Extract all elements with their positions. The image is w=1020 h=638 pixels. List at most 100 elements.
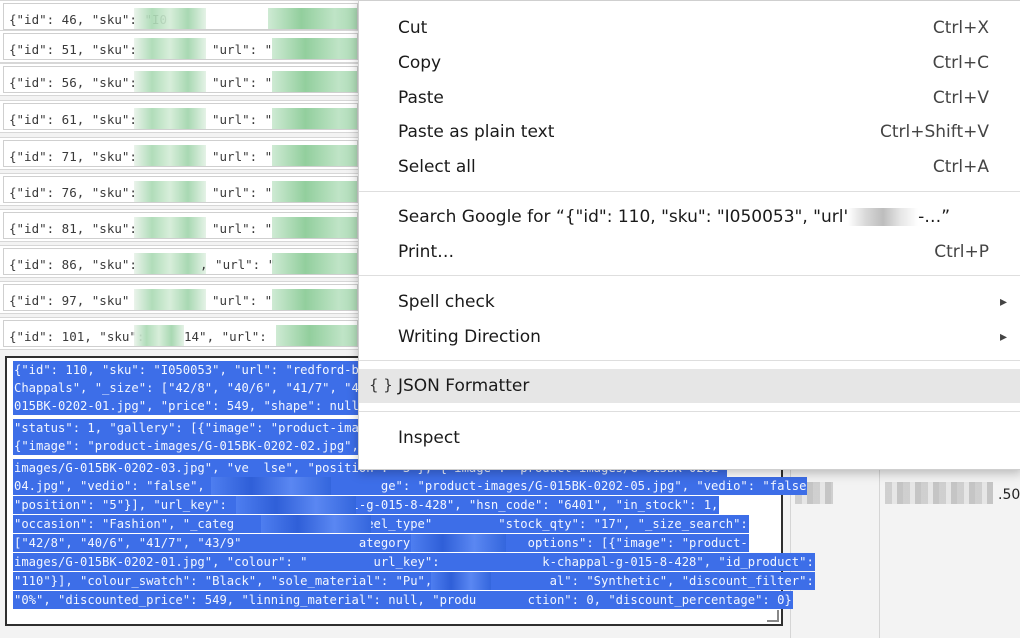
submenu-arrow-icon: ▸ <box>999 294 1007 310</box>
redacted-text <box>848 208 919 226</box>
cell-text: {"id": 97, "sku" <box>9 293 130 308</box>
redacted-url <box>272 108 357 129</box>
spreadsheet-grid: {"id": 46, "sku": "I0 {"id": 51, "sku": … <box>0 0 1020 638</box>
editor-line: "occasion": "Fashion", "_categ eel_type"… <box>13 515 749 533</box>
json-cell[interactable]: {"id": 56, "sku": "url": " <box>3 66 358 93</box>
menu-item-writing-direction[interactable]: Writing Direction ▸ <box>359 320 1020 354</box>
redacted-sku <box>134 289 206 310</box>
cell-text-url: "url": " <box>212 75 273 90</box>
table-row[interactable]: {"id": 71, "sku": "url": " <box>0 137 360 170</box>
editor-line: "position": "5"}], "url_key": l-g-015-8-… <box>13 496 720 514</box>
json-cell[interactable]: {"id": 86, "sku": , "url": " <box>3 248 358 275</box>
editor-line: "110"}], "colour_swatch": "Black", "sole… <box>13 572 815 590</box>
menu-item-label: Paste as plain text <box>398 122 555 142</box>
menu-item-shortcut: Ctrl+C <box>932 53 989 73</box>
cell-text-url: 14", "url": <box>184 329 267 344</box>
json-cell[interactable]: {"id": 46, "sku": "I0 <box>3 3 358 30</box>
redacted-url <box>272 217 357 238</box>
table-row[interactable]: {"id": 101, "sku": 14", "url": <box>0 317 360 350</box>
menu-item-shortcut: Ctrl+A <box>932 157 989 177</box>
redacted-value <box>885 482 993 504</box>
cell-text: {"id": 86, "sku": <box>9 257 137 272</box>
cell-text-url: , "url": " <box>200 257 276 272</box>
redacted-sku <box>134 145 206 166</box>
redacted-url <box>272 38 357 59</box>
json-cell[interactable]: {"id": 71, "sku": "url": " <box>3 140 358 167</box>
json-cell[interactable]: {"id": 76, "sku": "url": " <box>3 176 358 203</box>
menu-item-shortcut: Ctrl+V <box>932 88 989 108</box>
cell-text-url: "url": " <box>212 221 273 236</box>
menu-item-label: Spell check <box>398 292 495 312</box>
redacted-text <box>431 572 491 590</box>
table-row[interactable]: {"id": 61, "sku": "url": " <box>0 100 360 133</box>
table-row[interactable]: {"id": 97, "sku" "url": " <box>0 281 360 314</box>
redacted-sku <box>134 253 206 274</box>
table-row[interactable]: {"id": 46, "sku": "I0 <box>0 0 360 33</box>
menu-item-cut[interactable]: Cut Ctrl+X <box>359 11 1020 45</box>
braces-icon: { } <box>369 376 393 394</box>
json-cell[interactable]: {"id": 97, "sku" "url": " <box>3 284 358 311</box>
redacted-text <box>411 534 506 552</box>
redacted-sku <box>134 325 184 346</box>
submenu-arrow-icon: ▸ <box>999 329 1007 345</box>
context-menu: Cut Ctrl+X Copy Ctrl+C Paste Ctrl+V Past… <box>358 0 1020 470</box>
menu-item-label: Select all <box>398 157 476 177</box>
menu-item-label: Paste <box>398 88 444 108</box>
menu-item-shortcut: Ctrl+X <box>932 18 989 38</box>
menu-item-label: JSON Formatter <box>398 376 530 396</box>
menu-item-shortcut: Ctrl+P <box>934 242 989 262</box>
cell-text-url: "url": " <box>212 185 273 200</box>
redacted-sku <box>134 8 206 29</box>
redacted-text <box>236 496 356 514</box>
menu-item-label: Search Google for “{"id": 110, "sku": "I… <box>398 207 950 227</box>
editor-line: {"id": 110, "sku": "I050053", "url": "re… <box>13 361 382 379</box>
menu-separator <box>359 360 1020 361</box>
redacted-url <box>272 145 357 166</box>
menu-item-paste-plain[interactable]: Paste as plain text Ctrl+Shift+V <box>359 115 1020 149</box>
resize-handle[interactable] <box>767 610 779 622</box>
json-cell[interactable]: {"id": 101, "sku": 14", "url": <box>3 320 358 347</box>
editor-line: "0%", "discounted_price": 549, "linning_… <box>13 591 793 609</box>
table-row[interactable]: {"id": 51, "sku": "url": " <box>0 30 360 63</box>
cell-text: {"id": 56, "sku": <box>9 75 137 90</box>
menu-item-select-all[interactable]: Select all Ctrl+A <box>359 150 1020 184</box>
menu-item-label: Writing Direction <box>398 327 541 347</box>
editor-line: ["42/8", "40/6", "41/7", "43/9" ategory"… <box>13 534 749 552</box>
redacted-text <box>211 477 331 495</box>
redacted-url <box>268 8 357 29</box>
table-row[interactable]: {"id": 76, "sku": "url": " <box>0 173 360 206</box>
menu-item-print[interactable]: Print… Ctrl+P <box>359 235 1020 269</box>
cell-text: {"id": 61, "sku": <box>9 112 137 127</box>
json-cell[interactable]: {"id": 51, "sku": "url": " <box>3 33 358 60</box>
menu-item-json-formatter[interactable]: { } JSON Formatter <box>359 369 1020 403</box>
editor-line: "status": 1, "gallery": [{"image": "prod… <box>13 419 382 437</box>
redacted-sku <box>134 181 206 202</box>
json-cell[interactable]: {"id": 81, "sku": "url": " <box>3 212 358 239</box>
cell-text-url: "url": " <box>212 293 273 308</box>
menu-item-spell-check[interactable]: Spell check ▸ <box>359 285 1020 319</box>
cell-text-url: "url": " <box>212 149 273 164</box>
table-row[interactable]: {"id": 56, "sku": "url": " <box>0 63 360 96</box>
editor-line: Chappals", "_size": ["42/8", "40/6", "41… <box>13 379 382 397</box>
redacted-url <box>272 71 357 92</box>
redacted-url <box>276 325 357 346</box>
redacted-sku <box>134 217 206 238</box>
menu-item-copy[interactable]: Copy Ctrl+C <box>359 46 1020 80</box>
menu-item-search-google[interactable]: Search Google for “{"id": 110, "sku": "I… <box>359 200 1020 234</box>
redacted-url <box>272 253 357 274</box>
editor-line: images/G-015BK-0202-01.jpg", "colour": "… <box>13 553 815 571</box>
search-label-suffix: -…” <box>918 207 951 227</box>
menu-item-inspect[interactable]: Inspect <box>359 421 1020 455</box>
redacted-text <box>261 515 371 533</box>
menu-item-paste[interactable]: Paste Ctrl+V <box>359 81 1020 115</box>
cell-text-url: "url": " <box>212 112 273 127</box>
table-row[interactable]: {"id": 86, "sku": , "url": " <box>0 245 360 278</box>
cell-text-url: "url": " <box>212 42 273 57</box>
cell-text: {"id": 51, "sku": <box>9 42 137 57</box>
json-cell[interactable]: {"id": 61, "sku": "url": " <box>3 103 358 130</box>
menu-item-shortcut: Ctrl+Shift+V <box>879 122 989 142</box>
cell-text: {"id": 101, "sku": <box>9 329 145 344</box>
editor-line: {"image": "product-images/G-015BK-0202-0… <box>13 437 382 455</box>
table-row[interactable]: {"id": 81, "sku": "url": " <box>0 209 360 242</box>
menu-item-label: Cut <box>398 18 428 38</box>
